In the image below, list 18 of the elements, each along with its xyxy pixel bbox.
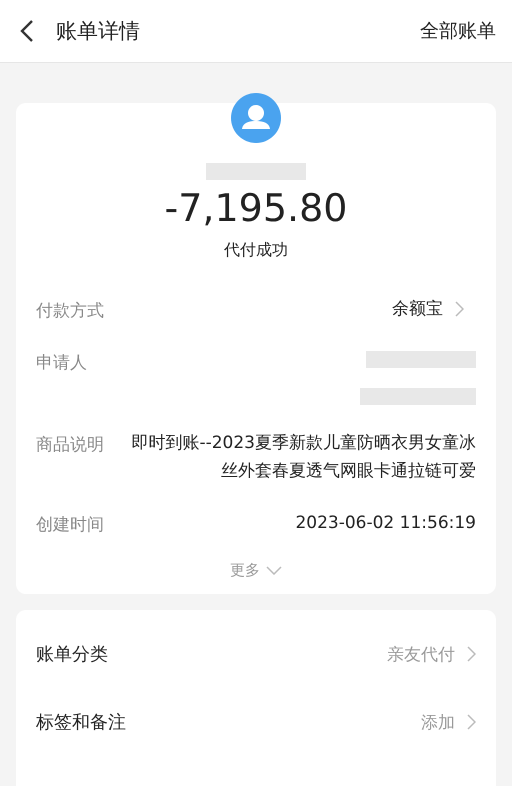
all-bills-link[interactable]: 全部账单 xyxy=(420,18,496,44)
chevron-icon xyxy=(467,646,476,662)
chevron-icon xyxy=(455,301,464,317)
back-icon[interactable] xyxy=(20,19,34,43)
field-label: 申请人 xyxy=(36,352,88,374)
status-text: 代付成功 xyxy=(224,240,288,261)
field-value: 即时到账--2023夏季新款儿童防晒衣男女童冰丝外套春夏透气网眼卡通拉链可爱 xyxy=(130,432,476,483)
amount: -7,195.80 xyxy=(164,186,348,230)
chevron-down-icon xyxy=(266,566,282,575)
option-label[interactable]: 账单分类 xyxy=(36,642,387,666)
field-label: 付款方式 xyxy=(36,300,105,322)
field-value[interactable]: 余额宝 xyxy=(128,295,443,323)
chevron-icon xyxy=(467,714,476,730)
page-title: 账单详情 xyxy=(56,18,141,45)
option-label[interactable]: 标签和备注 xyxy=(36,710,421,734)
field-label: 商品说明 xyxy=(36,434,105,456)
field-label: 创建时间 xyxy=(36,514,105,536)
field-value: 2023-06-02 11:56:19 xyxy=(294,512,476,535)
